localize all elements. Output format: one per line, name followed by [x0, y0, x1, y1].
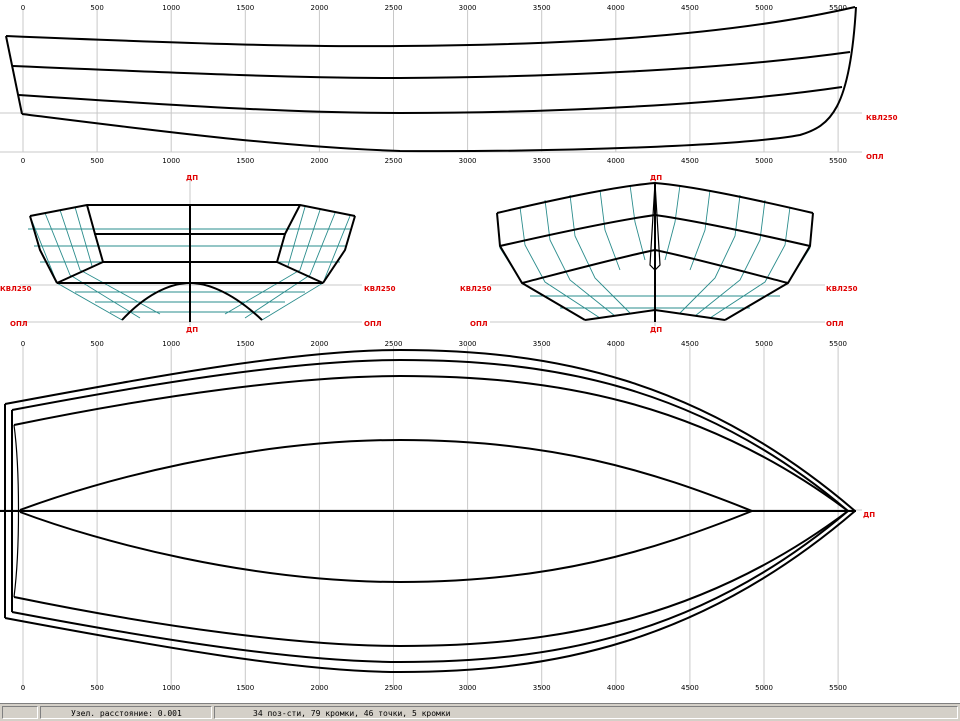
stern-section-view[interactable]: [20, 180, 362, 326]
bow-station-line: [629, 184, 646, 261]
bow-station-line: [496, 212, 586, 321]
profile-label-kvl: КВЛ250: [866, 114, 898, 122]
bow-station-line: [724, 212, 814, 321]
scale-tick-label: 1500: [236, 4, 254, 12]
scale-tick-label: 4000: [607, 4, 625, 12]
scale-tick-label: 3000: [459, 4, 477, 12]
scale-tick-label: 3500: [533, 684, 551, 692]
scale-tick-label: 5000: [755, 684, 773, 692]
scale-tick-label: 5000: [755, 157, 773, 165]
scale-tick-label: 1500: [236, 157, 254, 165]
scale-tick-label: 4000: [607, 157, 625, 165]
plan-chine-lower-bottom: [19, 510, 753, 584]
scale-tick-label: 3000: [459, 684, 477, 692]
scale-tick-label: 500: [90, 340, 103, 348]
scale-tick-label: 0: [21, 4, 25, 12]
scale-tick-label: 500: [90, 684, 103, 692]
scale-tick-label: 1500: [236, 340, 254, 348]
scale-tick-label: 1000: [162, 684, 180, 692]
scale-tick-label: 5500: [829, 157, 847, 165]
scale-tick-label: 5000: [755, 4, 773, 12]
stern-label-kvl-left: КВЛ250: [0, 285, 32, 293]
scale-tick-labels: 0 0 0 0 500 500 500 500 1000 1000 1000 1000 1500 1500…: [21, 4, 847, 692]
scale-tick-label: 4500: [681, 684, 699, 692]
profile-chine-upper: [12, 51, 851, 80]
stern-station-line: [287, 206, 306, 267]
profile-sheer-line: [5, 6, 856, 48]
plan-sheer-inner-bottom: [11, 510, 849, 664]
scale-tick-label: 5500: [829, 340, 847, 348]
bow-side-left: [496, 212, 586, 321]
bow-station-line: [694, 199, 766, 317]
bow-station-line: [569, 194, 631, 314]
scale-tick-label: 2500: [385, 684, 403, 692]
stern-station-line: [29, 215, 123, 321]
bow-label-opl-left: ОПЛ: [470, 320, 488, 328]
stern-label-dp-bottom: ДП: [186, 326, 198, 334]
stern-sheer-line: [29, 204, 356, 217]
scale-tick-label: 1000: [162, 340, 180, 348]
plan-chine-upper-bottom: [13, 510, 849, 648]
scale-tick-label: 500: [90, 157, 103, 165]
scale-tick-label: 4000: [607, 340, 625, 348]
bow-label-kvl-left: КВЛ250: [460, 285, 492, 293]
status-bar: Узел. расстояние: 0.001 34 поз-сти, 79 к…: [0, 702, 960, 721]
bow-label-opl-right: ОПЛ: [826, 320, 844, 328]
stern-chine-upper: [86, 204, 301, 235]
profile-label-opl: ОПЛ: [866, 153, 884, 161]
bow-label-dp-top: ДП: [650, 174, 662, 182]
scale-tick-label: 3500: [533, 157, 551, 165]
scale-tick-label: 1000: [162, 4, 180, 12]
scale-tick-label: 2000: [310, 157, 328, 165]
scale-tick-label: 4000: [607, 684, 625, 692]
stern-side-right: [322, 215, 356, 284]
scale-tick-label: 1500: [236, 684, 254, 692]
scale-tick-label: 0: [21, 157, 25, 165]
profile-transom: [5, 35, 23, 115]
bow-station-line: [544, 199, 616, 317]
stern-label-dp-top: ДП: [186, 174, 198, 182]
scale-tick-label: 3500: [533, 340, 551, 348]
profile-chine-lower: [18, 86, 843, 115]
plan-chine-upper-top: [13, 374, 849, 512]
scale-tick-label: 3000: [459, 340, 477, 348]
scale-tick-label: 2000: [310, 684, 328, 692]
stern-keel-arc: [121, 281, 263, 321]
status-stats: 34 поз-сти, 79 кромки, 46 точки, 5 кромк…: [214, 706, 958, 719]
stern-station-line: [261, 215, 351, 321]
scale-tick-label: 2500: [385, 157, 403, 165]
scale-tick-label: 0: [21, 684, 25, 692]
stern-label-kvl-right: КВЛ250: [364, 285, 396, 293]
scale-tick-label: 2000: [310, 340, 328, 348]
plan-label-dp: ДП: [863, 511, 875, 519]
scale-tick-label: 4500: [681, 340, 699, 348]
scale-tick-label: 2500: [385, 4, 403, 12]
bow-label-dp-bottom: ДП: [650, 326, 662, 334]
scale-tick-label: 5000: [755, 340, 773, 348]
plan-sheer-inner-top: [11, 358, 849, 512]
bow-station-line: [664, 184, 681, 261]
scale-tick-label: 2000: [310, 4, 328, 12]
status-panel-empty: [2, 706, 38, 719]
bow-section-view[interactable]: [490, 180, 825, 326]
stern-label-opl-right: ОПЛ: [364, 320, 382, 328]
bow-side-right: [724, 212, 814, 321]
stern-label-opl-left: ОПЛ: [10, 320, 28, 328]
scale-tick-label: 4500: [681, 157, 699, 165]
status-distance: Узел. расстояние: 0.001: [40, 706, 212, 719]
scale-tick-label: 3000: [459, 157, 477, 165]
scale-tick-label: 1000: [162, 157, 180, 165]
plan-view[interactable]: [0, 348, 856, 674]
profile-view[interactable]: [5, 6, 857, 153]
lines-plan-drawing[interactable]: 0 0 0 0 500 500 500 500 1000 1000 1000 1000 1500 1500…: [0, 0, 960, 702]
scale-tick-label: 5500: [829, 684, 847, 692]
scale-tick-label: 4500: [681, 4, 699, 12]
scale-tick-label: 2500: [385, 340, 403, 348]
bow-label-kvl-right: КВЛ250: [826, 285, 858, 293]
bow-station-line: [679, 194, 741, 314]
scale-tick-label: 0: [21, 340, 25, 348]
plan-chine-lower-top: [19, 438, 753, 512]
scale-tick-label: 500: [90, 4, 103, 12]
scale-tick-label: 3500: [533, 4, 551, 12]
